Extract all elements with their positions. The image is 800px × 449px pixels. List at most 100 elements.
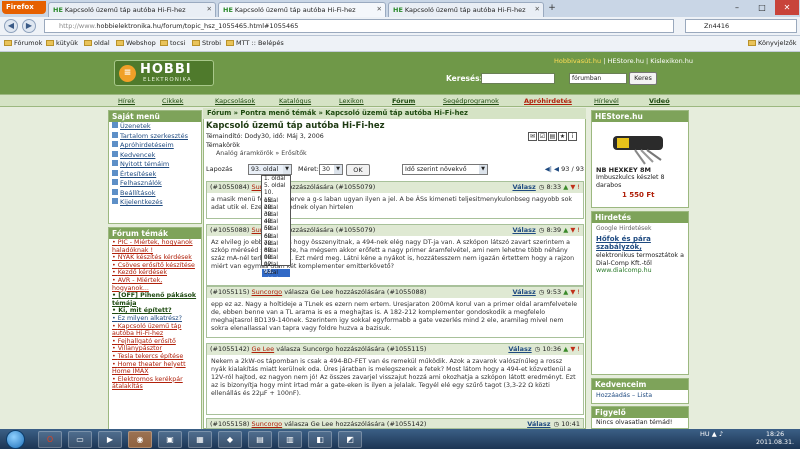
sidebar-item-users[interactable]: Felhasználók [109, 179, 201, 189]
size-select[interactable]: 30 ▼ [319, 164, 343, 175]
app-icon[interactable]: ◆ [218, 431, 242, 448]
favorites-links[interactable]: Hozzáadás – Lista [592, 390, 688, 401]
app-icon[interactable]: ▥ [278, 431, 302, 448]
search-scope-select[interactable]: fórumban [569, 73, 627, 84]
checkbox-icon[interactable]: ☑ [538, 132, 547, 141]
prev-page-icon[interactable]: ◀ [554, 165, 559, 173]
thumbs-down-icon[interactable]: ▼ [570, 345, 575, 353]
reply-link[interactable]: Válasz [512, 226, 535, 234]
bookmark-item[interactable]: Fórumok [4, 39, 42, 47]
reply-link[interactable]: Válasz [508, 345, 531, 353]
app-icon[interactable]: ◧ [308, 431, 332, 448]
tab-1[interactable]: HE Kapcsoló üzemű táp autóba Hi-Fi-hez ✕ [48, 2, 216, 17]
sidebar-item-messages[interactable]: Üzenetek [109, 122, 201, 132]
post-author[interactable]: Ge Lee [252, 345, 275, 353]
site-logo[interactable]: ≡ HOBBI ELEKTRONIKA [114, 60, 214, 86]
reply-link[interactable]: Válasz [512, 288, 535, 296]
forum-topic-link[interactable]: • [OFF] Pihenő pákások témája [109, 292, 201, 307]
tab-2[interactable]: HE Kapcsoló üzemű táp autóba Hi-Fi-hez ✕ [218, 2, 386, 17]
forum-topic-link[interactable]: • Ez milyen alkatrész? [109, 315, 201, 323]
maximize-icon[interactable]: □ [750, 0, 774, 15]
forum-topic-link[interactable]: • AVR - Miértek, hogyanok... [109, 277, 201, 292]
media-player-icon[interactable]: ▶ [98, 431, 122, 448]
dropdown-option[interactable]: 10. oldal [262, 190, 290, 203]
report-icon[interactable]: ! [577, 183, 580, 191]
app-icon[interactable]: ◩ [338, 431, 362, 448]
bookmark-item[interactable]: tocsi [160, 39, 185, 47]
sidebar-item-settings[interactable]: Beállítások [109, 188, 201, 199]
app-icon[interactable]: ▤ [248, 431, 272, 448]
reply-link[interactable]: Válasz [527, 420, 550, 428]
page-select[interactable]: 93. oldal ▼ [248, 164, 292, 175]
sidebar-item-open-topics[interactable]: Nyitott témáim [109, 160, 201, 170]
new-tab-button[interactable]: + [545, 3, 559, 15]
menu-item[interactable]: Lexikon [339, 97, 364, 105]
topic-category-path[interactable]: Analóg áramkörök » Erősítők [206, 150, 324, 159]
close-icon[interactable]: ✕ [207, 5, 212, 13]
office-icon[interactable]: O [38, 431, 62, 448]
report-icon[interactable]: ! [577, 345, 580, 353]
reply-link[interactable]: Válasz [512, 183, 535, 191]
sort-select[interactable]: Idő szerint növekvő ▼ [402, 164, 488, 175]
menu-item[interactable]: Cikkek [162, 97, 183, 105]
site-search-input[interactable] [481, 73, 555, 84]
sidebar-item-logout[interactable]: Kijelentkezés [109, 198, 201, 208]
dropdown-option[interactable]: 1. oldal [262, 176, 290, 183]
forum-topic-link[interactable]: • Home theater helyett Home IMAX [109, 361, 201, 376]
language-indicator[interactable]: HU [700, 430, 710, 438]
back-arrow-icon[interactable]: ◀ [4, 19, 18, 33]
bookmark-item[interactable]: kütyük [46, 39, 78, 47]
menu-item[interactable]: Apróhirdetés [524, 97, 572, 105]
forum-topic-link[interactable]: • Kezdő kérdések [109, 269, 201, 277]
close-icon[interactable]: ✕ [535, 5, 540, 13]
sidebar-item-favorites[interactable]: Kedvencek [109, 150, 201, 161]
volume-icon[interactable]: ♪ [719, 430, 723, 438]
first-page-icon[interactable]: ◀| [545, 165, 552, 173]
firefox-icon[interactable]: ◉ [128, 431, 152, 448]
top-link[interactable]: Hobbivasút.hu [554, 57, 601, 65]
forum-topic-link[interactable]: • Kapcsoló üzemű táp autóba Hi-Fi-hez [109, 323, 201, 338]
ad-link[interactable]: Hőfok és pára szabályzók, [592, 234, 688, 252]
firefox-menu-button[interactable]: Firefox [2, 1, 46, 14]
top-link[interactable]: HEStore.hu [607, 57, 643, 65]
sidebar-item-content[interactable]: Tartalom szerkesztés [109, 131, 201, 142]
search-button[interactable]: Keres [629, 72, 657, 85]
forum-topic-link[interactable]: • Villanypásztor [109, 345, 201, 353]
bookmarks-menu[interactable]: Könyvjelzők [748, 39, 797, 47]
ad-url[interactable]: www.dialcomp.hu [592, 267, 688, 274]
forward-arrow-icon[interactable]: ▶ [22, 19, 36, 33]
url-bar[interactable]: http://www.hobbielektronika.hu/forum/top… [44, 19, 674, 33]
dropdown-option[interactable]: 5. oldal [262, 183, 290, 190]
menu-item[interactable]: Hírek [118, 97, 135, 105]
bookmark-item[interactable]: oldal [84, 39, 110, 47]
browser-search-input[interactable]: Zn4416 [685, 19, 797, 33]
app-icon[interactable]: ▦ [188, 431, 212, 448]
thumbs-up-icon[interactable]: ▲ [563, 226, 568, 234]
product-image[interactable] [605, 126, 675, 166]
post-author[interactable]: Suncorgo [252, 420, 283, 428]
top-link[interactable]: Kislexikon.hu [650, 57, 693, 65]
report-icon[interactable]: ! [577, 288, 580, 296]
menu-item[interactable]: Videó [649, 97, 670, 105]
forum-topic-link[interactable]: • Tesla tekercs építése [109, 353, 201, 361]
thumbs-up-icon[interactable]: ▲ [563, 183, 568, 191]
tab-3[interactable]: HE Kapcsoló üzemű táp autóba Hi-Fi-hez ✕ [388, 2, 544, 17]
bookmark-item[interactable]: MTT :: Belépés [226, 39, 284, 47]
minimize-icon[interactable]: – [725, 0, 749, 15]
menu-item[interactable]: Katalógus [279, 97, 311, 105]
menu-item[interactable]: Hírlevél [594, 97, 619, 105]
forum-topic-link[interactable]: • Ki, mit épített? [109, 307, 201, 315]
menu-item[interactable]: Segédprogramok [443, 97, 499, 105]
breadcrumb[interactable]: Fórum » Pontra menő témák » Kapcsoló üze… [203, 108, 586, 119]
folder-icon[interactable]: ▭ [68, 431, 92, 448]
sidebar-item-notifications[interactable]: Értesítések [109, 169, 201, 180]
app-icon[interactable]: ▣ [158, 431, 182, 448]
ok-button[interactable]: OK [346, 164, 370, 176]
menu-item[interactable]: Kapcsolások [215, 97, 255, 105]
start-button-icon[interactable] [6, 430, 25, 449]
report-icon[interactable]: ! [577, 226, 580, 234]
network-icon[interactable]: ▲ [712, 430, 717, 438]
forum-topic-link[interactable]: • NYÁK készítés kérdések [109, 254, 201, 262]
bookmark-item[interactable]: Strobi [192, 39, 221, 47]
close-icon[interactable]: ✕ [377, 5, 382, 13]
